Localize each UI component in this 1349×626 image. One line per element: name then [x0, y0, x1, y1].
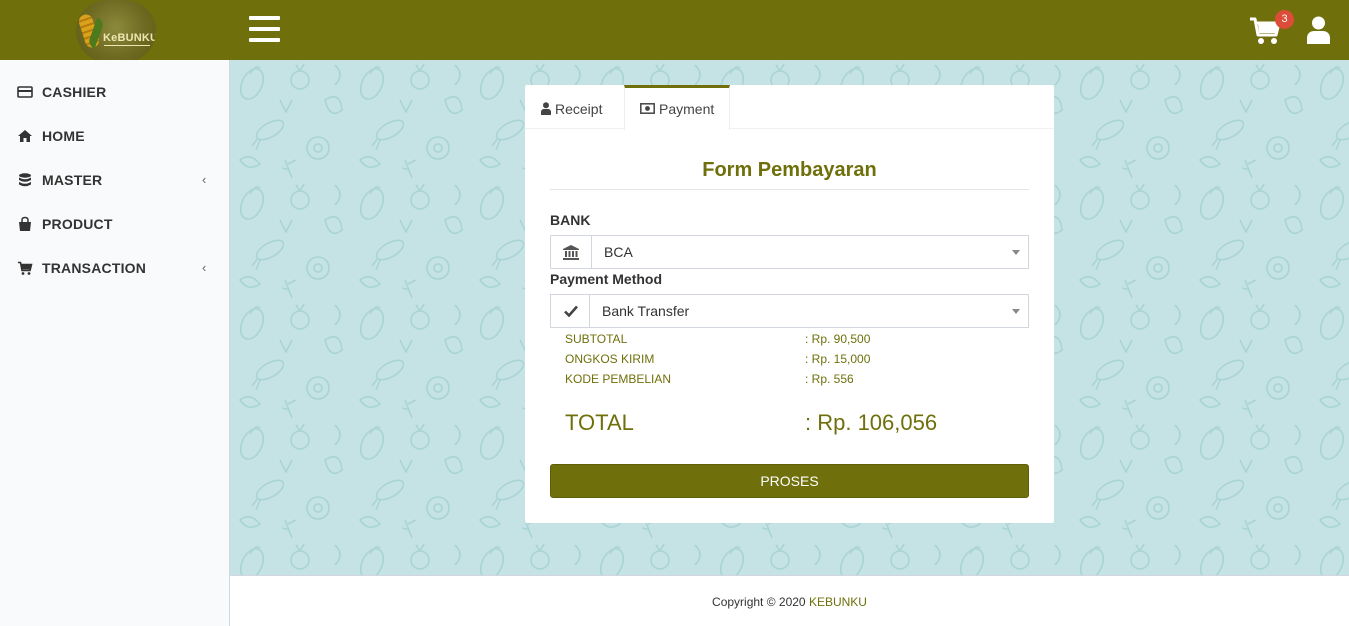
bank-icon — [563, 245, 579, 260]
logo-text: KeBUNKU — [103, 32, 156, 44]
sidebar-item-transaction[interactable]: TRANSACTION ‹ — [0, 246, 229, 290]
chevron-left-icon: ‹ — [202, 260, 207, 275]
subtotal-label: SUBTOTAL — [565, 332, 628, 346]
sidebar-item-home[interactable]: HOME — [0, 114, 229, 158]
top-navbar: KeBUNKU 3 — [0, 0, 1349, 62]
shopping-bag-icon — [19, 216, 31, 231]
user-icon — [541, 102, 551, 115]
tab-payment[interactable]: Payment — [624, 85, 730, 130]
total-value: : Rp. 106,056 — [805, 410, 938, 435]
bank-select[interactable]: BCA — [550, 235, 1029, 269]
home-icon — [18, 130, 32, 142]
subtotal-value: : Rp. 90,500 — [805, 332, 871, 346]
sidebar-item-label: PRODUCT — [42, 216, 113, 232]
footer-copyright: Copyright © 2020 KEBUNKU — [230, 595, 1349, 609]
purchase-code-label: KODE PEMBELIAN — [565, 372, 672, 386]
purchase-code-value: : Rp. 556 — [805, 372, 854, 386]
chevron-left-icon: ‹ — [202, 172, 207, 187]
check-icon — [564, 305, 578, 317]
footer: Copyright © 2020 KEBUNKU — [230, 575, 1349, 626]
payment-method-label: Payment Method — [550, 271, 663, 287]
menu-toggle-icon[interactable] — [249, 16, 280, 43]
tab-bar: Receipt Payment — [525, 85, 1054, 130]
logo-underline — [104, 45, 150, 46]
content-wrapper: Receipt Payment Form Pembayaran BANK BCA… — [230, 60, 1349, 575]
bank-selected-value: BCA — [604, 244, 633, 260]
cart-icon — [18, 261, 33, 275]
sidebar-item-label: CASHIER — [42, 84, 107, 100]
tab-payment-label: Payment — [659, 101, 715, 117]
sidebar: CASHIER HOME MASTER ‹ PRODUCT TRANSACTIO… — [0, 60, 230, 626]
credit-card-icon — [17, 86, 33, 98]
sidebar-item-product[interactable]: PRODUCT — [0, 202, 229, 246]
sidebar-item-label: MASTER — [42, 172, 103, 188]
bank-addon — [551, 236, 592, 268]
user-icon[interactable] — [1307, 16, 1330, 44]
kebunku-link[interactable]: KEBUNKU — [809, 595, 867, 609]
sidebar-item-label: HOME — [42, 128, 85, 144]
sidebar-item-label: TRANSACTION — [42, 260, 147, 276]
bank-label: BANK — [550, 212, 591, 228]
sidebar-item-cashier[interactable]: CASHIER — [0, 70, 229, 114]
chevron-down-icon — [1012, 309, 1020, 314]
sidebar-item-master[interactable]: MASTER ‹ — [0, 158, 229, 202]
form-title: Form Pembayaran — [702, 159, 877, 181]
shipping-label: ONGKOS KIRIM — [565, 352, 655, 366]
payment-card: Receipt Payment Form Pembayaran BANK BCA… — [525, 85, 1054, 523]
chevron-down-icon — [1012, 250, 1020, 255]
kebunku-logo[interactable]: KeBUNKU — [76, 0, 156, 62]
money-icon — [640, 103, 655, 114]
payment-method-select[interactable]: Bank Transfer — [550, 294, 1029, 328]
payment-method-selected-value: Bank Transfer — [602, 303, 690, 319]
cart-count-badge: 3 — [1275, 10, 1294, 29]
proses-button[interactable]: PROSES — [550, 464, 1029, 498]
title-divider — [550, 189, 1029, 190]
payment-method-addon — [551, 295, 590, 327]
shipping-value: : Rp. 15,000 — [805, 352, 871, 366]
total-label: TOTAL — [565, 410, 634, 435]
tab-receipt[interactable]: Receipt — [525, 85, 624, 129]
tab-receipt-label: Receipt — [555, 101, 603, 117]
database-icon — [19, 173, 31, 187]
copyright-text: Copyright © 2020 — [712, 595, 806, 609]
